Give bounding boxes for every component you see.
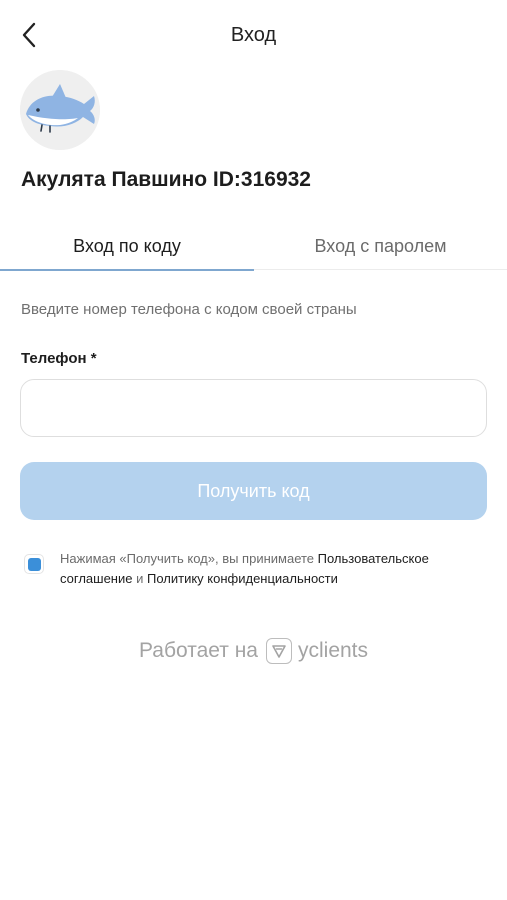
active-tab-indicator <box>0 269 254 271</box>
avatar <box>20 70 100 150</box>
shark-logo <box>20 70 100 150</box>
company-name: Акулята Павшино ID:316932 <box>21 168 311 191</box>
consent-prefix: Нажимая «Получить код», вы принимаете <box>60 551 318 566</box>
get-code-button[interactable]: Получить код <box>20 462 487 520</box>
checkbox-checked-mark <box>27 557 41 571</box>
powered-by: Работает на yclients <box>0 638 507 664</box>
yclients-logo-icon <box>265 638 292 664</box>
powered-text: Работает на <box>138 639 258 662</box>
consent-text: Нажимая «Получить код», вы принимаете По… <box>60 549 480 589</box>
page-title: Вход <box>230 24 277 46</box>
header: Вход <box>0 0 507 70</box>
consent-and: и <box>132 571 147 586</box>
phone-label: Телефон * <box>21 350 97 367</box>
phone-hint: Введите номер телефона с кодом своей стр… <box>21 301 357 318</box>
tab-label: Вход по коду <box>73 235 181 256</box>
tab-label: Вход с паролем <box>314 235 447 256</box>
consent-checkbox[interactable] <box>24 554 44 574</box>
login-tabs: Вход по коду Вход с паролем <box>0 222 507 271</box>
consent-block: Нажимая «Получить код», вы принимаете По… <box>20 549 487 593</box>
phone-input[interactable] <box>20 379 487 437</box>
tab-login-by-code[interactable]: Вход по коду <box>0 222 254 271</box>
privacy-policy-link[interactable]: Политику конфиденциальности <box>147 571 338 586</box>
brand-name: yclients <box>297 639 369 662</box>
tab-login-by-password[interactable]: Вход с паролем <box>254 222 507 270</box>
